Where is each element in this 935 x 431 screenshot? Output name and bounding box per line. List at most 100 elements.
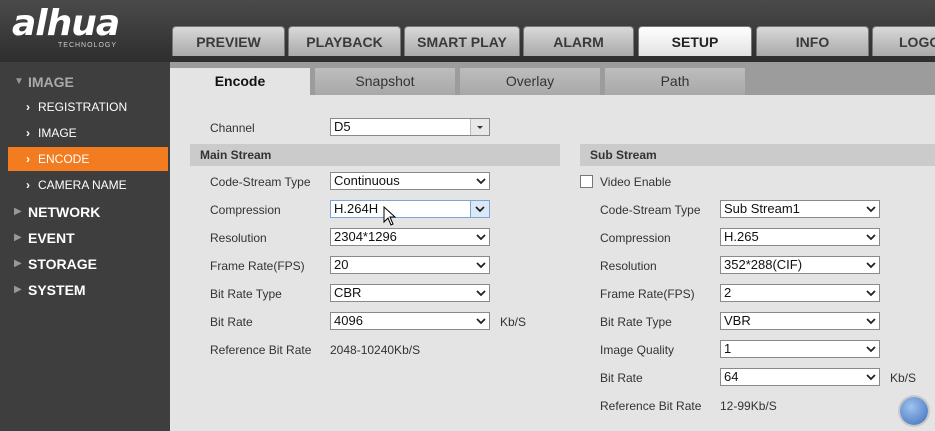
video-enable-checkbox[interactable] [580,175,593,188]
dropdown-arrow-icon [477,126,483,129]
select-value: 2304*1296 [334,229,397,244]
sub-code-stream-type-select[interactable]: Sub Stream1 [720,200,880,218]
main-reference-bit-rate-label: Reference Bit Rate [210,343,312,357]
sub-compression-select[interactable]: H.265 [720,228,880,246]
channel-value: D5 [334,119,351,134]
sub-code-stream-type-label: Code-Stream Type [600,203,701,217]
sub-bit-rate-type-label: Bit Rate Type [600,315,672,329]
main-resolution-select[interactable]: 2304*1296 [330,228,490,246]
sidebar-group-storage[interactable]: ▶ STORAGE [0,252,170,276]
main-resolution-label: Resolution [210,231,267,245]
main-reference-bit-rate-value: 2048-10240Kb/S [330,343,421,357]
select-value: CBR [334,285,362,300]
tab-encode[interactable]: Encode [170,68,310,95]
main-code-stream-type-select[interactable]: Continuous [330,172,490,190]
sub-compression-label: Compression [600,231,671,245]
chevron-down-icon [866,262,876,269]
main-stream-header: Main Stream [190,144,560,166]
sidebar-item-label: REGISTRATION [38,100,128,114]
chevron-right-icon: › [26,100,30,114]
sidebar-group-label: NETWORK [28,204,101,220]
sub-frame-rate-label: Frame Rate(FPS) [600,287,695,301]
collapsed-arrow-icon: ▶ [14,258,22,269]
main-bit-rate-type-select[interactable]: CBR [330,284,490,302]
main-bit-rate-unit: Kb/S [500,315,527,329]
sidebar-group-label: IMAGE [28,74,74,90]
sidebar-item-label: CAMERA NAME [38,178,127,192]
select-value: 352*288(CIF) [724,257,803,272]
select-value: 1 [724,341,732,356]
channel-label: Channel [210,121,255,135]
chevron-down-icon [476,290,486,297]
sidebar-group-system[interactable]: ▶ SYSTEM [0,278,170,302]
expanded-arrow-icon: ▼ [14,76,24,87]
nav-tab-setup[interactable]: SETUP [638,26,752,56]
chevron-down-icon [866,346,876,353]
chevron-down-icon [476,178,486,185]
nav-tab-preview[interactable]: PREVIEW [172,26,285,56]
select-value: H.264H [334,201,379,216]
main-frame-rate-select[interactable]: 20 [330,256,490,274]
sub-image-quality-select[interactable]: 1 [720,340,880,358]
chevron-right-icon: › [26,126,30,140]
tab-snapshot[interactable]: Snapshot [315,68,455,95]
nav-tab-logout[interactable]: LOGO [872,26,935,56]
sub-stream-header: Sub Stream [580,144,935,166]
sidebar-item-camera-name[interactable]: › CAMERA NAME [0,173,170,197]
select-value: 2 [724,285,732,300]
select-value: H.265 [724,229,759,244]
nav-tab-alarm[interactable]: ALARM [523,26,634,56]
chevron-down-icon [476,234,486,241]
main-code-stream-type-label: Code-Stream Type [210,175,311,189]
sidebar-item-label: IMAGE [38,126,77,140]
sidebar-group-network[interactable]: ▶ NETWORK [0,200,170,224]
chevron-right-icon: › [26,178,30,192]
sub-bit-rate-type-select[interactable]: VBR [720,312,880,330]
collapsed-arrow-icon: ▶ [14,206,22,217]
sub-image-quality-label: Image Quality [600,343,675,357]
chevron-down-icon [866,206,876,213]
channel-select[interactable]: D5 [330,118,490,136]
nav-tab-smart-play[interactable]: SMART PLAY [404,26,520,56]
main-compression-select[interactable]: H.264H [330,200,490,218]
sub-reference-bit-rate-value: 12-99Kb/S [720,399,777,413]
sidebar-item-encode[interactable]: › ENCODE [8,147,168,171]
setup-sidebar: ▼ IMAGE › REGISTRATION › IMAGE › ENCODE … [0,62,170,431]
tab-path[interactable]: Path [605,68,745,95]
main-bit-rate-select[interactable]: 4096 [330,312,490,330]
main-bit-rate-type-label: Bit Rate Type [210,287,282,301]
sub-bit-rate-label: Bit Rate [600,371,643,385]
sidebar-group-label: STORAGE [28,256,97,272]
top-header: alhua TECHNOLOGY PREVIEW PLAYBACK SMART … [0,0,935,62]
sub-bit-rate-select[interactable]: 64 [720,368,880,386]
help-button[interactable] [900,397,928,425]
chevron-down-icon [476,262,486,269]
sub-bit-rate-unit: Kb/S [890,371,917,385]
chevron-down-icon [475,206,485,213]
sidebar-item-image[interactable]: › IMAGE [0,121,170,145]
sidebar-item-label: ENCODE [38,152,90,166]
select-value: 64 [724,369,739,384]
main-frame-rate-label: Frame Rate(FPS) [210,259,305,273]
nav-tab-playback[interactable]: PLAYBACK [288,26,401,56]
sidebar-item-registration[interactable]: › REGISTRATION [0,95,170,119]
nav-tab-info[interactable]: INFO [756,26,869,56]
sub-frame-rate-select[interactable]: 2 [720,284,880,302]
brand-subtext: TECHNOLOGY [58,42,118,49]
select-value: Continuous [334,173,400,188]
sub-reference-bit-rate-label: Reference Bit Rate [600,399,702,413]
sub-resolution-select[interactable]: 352*288(CIF) [720,256,880,274]
sidebar-group-image[interactable]: ▼ IMAGE [0,70,170,94]
mouse-cursor-icon [383,206,397,226]
chevron-down-icon [866,234,876,241]
collapsed-arrow-icon: ▶ [14,284,22,295]
sub-resolution-label: Resolution [600,259,657,273]
chevron-down-icon [476,318,486,325]
tab-overlay[interactable]: Overlay [460,68,600,95]
collapsed-arrow-icon: ▶ [14,232,22,243]
sidebar-group-label: SYSTEM [28,282,86,298]
select-value: 4096 [334,313,363,328]
video-enable-label: Video Enable [600,175,672,189]
sidebar-group-event[interactable]: ▶ EVENT [0,226,170,250]
dahua-logo: alhua TECHNOLOGY [12,6,120,50]
